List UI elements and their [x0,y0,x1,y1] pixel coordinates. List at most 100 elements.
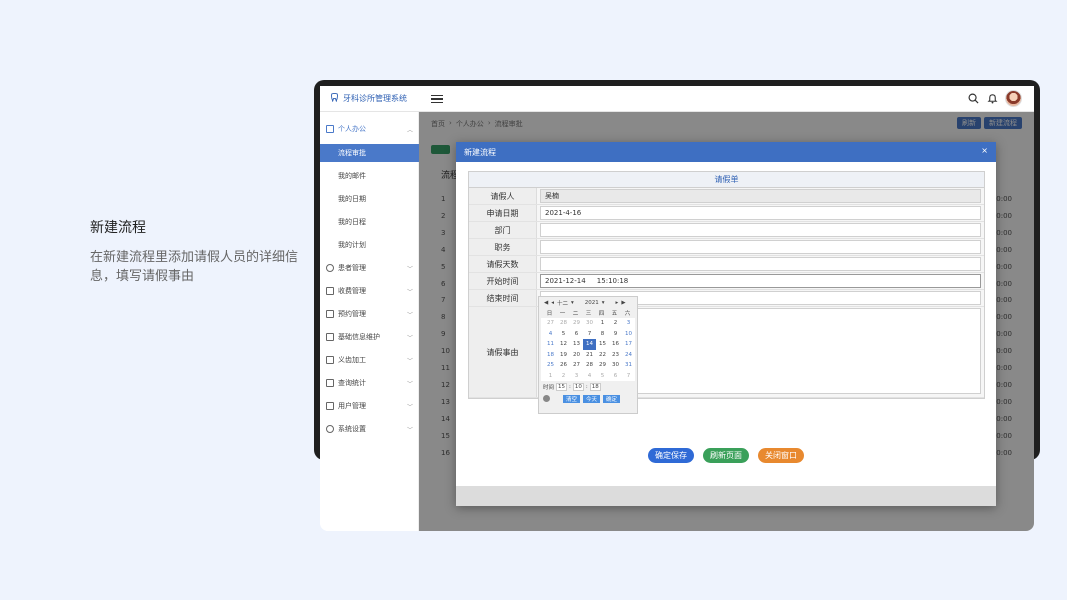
day-cell[interactable]: 30 [609,360,622,371]
day-cell[interactable]: 17 [622,339,635,350]
sidebar: 个人办公 ︿ 流程审批 我的邮件 我的日期 我的日程 我的计划 患者管理 ﹀ 收… [320,112,419,531]
day-cell[interactable]: 7 [583,329,596,340]
day-cell[interactable]: 28 [557,318,570,329]
day-cell[interactable]: 8 [596,329,609,340]
sidebar-item-statistics[interactable]: 查询统计 ﹀ [320,374,419,392]
bell-icon[interactable] [986,93,998,105]
new-process-dialog: 新建流程 × 请假单 请假人 吴楠 申请日期 2021-4-16 部门 职务 请… [456,142,996,506]
day-cell[interactable]: 5 [596,371,609,382]
sidebar-item-my-plan[interactable]: 我的计划 [320,236,419,254]
chevron-down-icon: ﹀ [406,380,413,388]
day-cell[interactable]: 1 [596,318,609,329]
next-month-icon[interactable]: ▸ [616,300,619,306]
department-field[interactable] [540,223,981,237]
day-cell[interactable]: 6 [609,371,622,382]
time-row: 时间 15: 10: 18 [543,383,601,391]
sidebar-item-label: 我的日期 [338,195,366,203]
day-cell[interactable]: 7 [622,371,635,382]
day-cell[interactable]: 6 [570,329,583,340]
save-button[interactable]: 确定保存 [648,448,694,463]
chart-icon [326,379,334,387]
refresh-page-button[interactable]: 刷新页面 [703,448,749,463]
chevron-down-icon: ﹀ [406,265,413,273]
day-cell[interactable]: 4 [544,329,557,340]
date-picker-footer: 清空 今天 确定 [539,393,637,404]
end-time-label: 结束时间 [469,290,537,306]
day-cell[interactable]: 4 [583,371,596,382]
hour-input[interactable]: 15 [556,383,568,391]
day-cell[interactable]: 11 [544,339,557,350]
day-cell[interactable]: 30 [583,318,596,329]
day-cell[interactable]: 28 [583,360,596,371]
day-cell[interactable]: 27 [570,360,583,371]
sidebar-item-label: 我的计划 [338,241,366,249]
sidebar-item-process-approval[interactable]: 流程审批 [320,144,419,162]
today-button[interactable]: 今天 [583,394,601,403]
prev-month-icon[interactable]: ◂ [551,300,554,306]
sidebar-item-my-mail[interactable]: 我的邮件 [320,167,419,185]
year-select[interactable]: 2021 [585,300,599,306]
clear-button[interactable]: 清空 [563,394,581,403]
dialog-header: 新建流程 × [456,142,996,162]
day-cell[interactable]: 25 [544,360,557,371]
minute-input[interactable]: 10 [572,383,584,391]
day-cell[interactable]: 24 [622,350,635,361]
sidebar-item-my-date[interactable]: 我的日期 [320,190,419,208]
day-cell[interactable]: 10 [622,329,635,340]
leave-days-field[interactable] [540,257,981,271]
prev-year-icon[interactable]: ◀ [544,300,548,306]
day-cell[interactable]: 3 [622,318,635,329]
day-cell[interactable]: 12 [557,339,570,350]
sidebar-item-basic-info[interactable]: 基础信息维护 ﹀ [320,328,419,346]
day-cell[interactable]: 5 [557,329,570,340]
day-cell[interactable]: 16 [609,339,622,350]
day-cell[interactable]: 20 [570,350,583,361]
day-cell[interactable]: 27 [544,318,557,329]
day-cell[interactable]: 21 [583,350,596,361]
day-cell[interactable]: 1 [544,371,557,382]
app-brand[interactable]: 牙科诊所管理系统 [330,93,407,104]
search-icon[interactable] [967,93,979,105]
sidebar-item-my-schedule[interactable]: 我的日程 [320,213,419,231]
gear-icon [326,425,334,433]
sidebar-item-appointments[interactable]: 预约管理 ﹀ [320,305,419,323]
selected-day[interactable]: 14 [583,339,596,350]
month-select[interactable]: 十二 [557,299,568,307]
next-year-icon[interactable]: ▶ [621,300,625,306]
start-time-field[interactable]: 2021-12-14 15:10:18 [540,274,981,288]
day-cell[interactable]: 29 [596,360,609,371]
sidebar-item-denture-processing[interactable]: 义齿加工 ﹀ [320,351,419,369]
apply-date-field[interactable]: 2021-4-16 [540,206,981,220]
sidebar-item-settings[interactable]: 系统设置 ﹀ [320,420,419,438]
day-cell[interactable]: 26 [557,360,570,371]
info-icon[interactable] [543,395,550,402]
day-cell[interactable]: 23 [609,350,622,361]
reason-label: 请假事由 [469,307,537,397]
day-cell[interactable]: 19 [557,350,570,361]
day-cell[interactable]: 22 [596,350,609,361]
sidebar-item-label: 查询统计 [338,379,366,387]
day-cell[interactable]: 15 [596,339,609,350]
day-cell[interactable]: 13 [570,339,583,350]
avatar[interactable] [1005,90,1022,107]
dialog-footer [456,486,996,506]
sidebar-item-users[interactable]: 用户管理 ﹀ [320,397,419,415]
menu-icon[interactable] [431,93,443,105]
day-cell[interactable]: 3 [570,371,583,382]
sidebar-item-personal-office[interactable]: 个人办公 ︿ [320,120,419,138]
day-cell[interactable]: 29 [570,318,583,329]
chevron-down-icon: ﹀ [406,403,413,411]
second-input[interactable]: 18 [589,383,601,391]
day-cell[interactable]: 2 [609,318,622,329]
position-field[interactable] [540,240,981,254]
confirm-button[interactable]: 确定 [603,394,621,403]
close-window-button[interactable]: 关闭窗口 [758,448,804,463]
sidebar-item-patients[interactable]: 患者管理 ﹀ [320,259,419,277]
day-cell[interactable]: 2 [557,371,570,382]
day-cell[interactable]: 9 [609,329,622,340]
close-icon[interactable]: × [981,146,988,155]
applicant-field[interactable]: 吴楠 [540,189,981,203]
day-cell[interactable]: 31 [622,360,635,371]
sidebar-item-billing[interactable]: 收费管理 ﹀ [320,282,419,300]
day-cell[interactable]: 18 [544,350,557,361]
